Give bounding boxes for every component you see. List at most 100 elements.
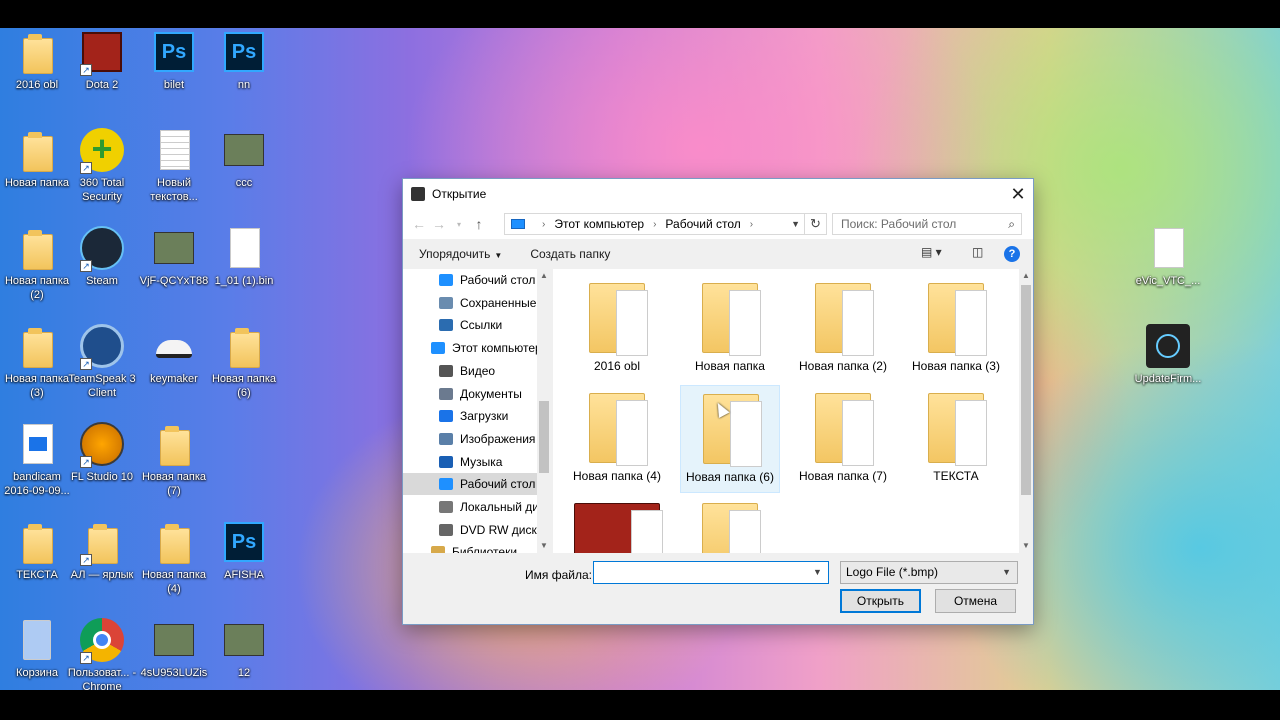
desktop-icon[interactable]: ↗ Steam (65, 224, 139, 288)
nav-scroll-thumb[interactable] (539, 401, 549, 473)
nav-item[interactable]: Рабочий стол (403, 269, 537, 291)
address-dropdown-icon[interactable]: ▼ (791, 219, 800, 229)
folder-icon (13, 224, 61, 272)
nav-item[interactable]: DVD RW дисковод (403, 519, 537, 541)
forward-arrow-icon[interactable]: → (429, 216, 449, 232)
scroll-down-icon[interactable]: ▼ (537, 541, 551, 550)
nav-item[interactable]: Загрузки (403, 405, 537, 427)
file-scrollbar[interactable]: ▲ ▼ (1019, 269, 1033, 553)
desktop-icon-label: Steam (86, 275, 118, 287)
nav-item[interactable]: Музыка (403, 451, 537, 473)
refresh-icon[interactable]: ↻ (804, 214, 826, 234)
file-item[interactable] (567, 495, 667, 553)
desktop-icon[interactable]: 1_01 (1).bin (207, 224, 281, 288)
file-item-label: 2016 obl (593, 359, 641, 373)
desktop-icon[interactable]: Новая папка (6) (207, 322, 281, 400)
cancel-button[interactable]: Отмена (935, 589, 1016, 613)
open-button[interactable]: Открыть (840, 589, 921, 613)
file-item[interactable]: Новая папка (4) (567, 385, 667, 493)
dialog-titlebar[interactable]: Открытие ✕ (403, 179, 1033, 209)
nav-item[interactable]: Документы (403, 383, 537, 405)
file-item[interactable]: Новая папка (7) (793, 385, 893, 493)
desktop-icon[interactable]: 4sU953LUZis (137, 616, 211, 680)
filetype-select[interactable]: Logo File (*.bmp) ▼ (840, 561, 1018, 584)
nav-item[interactable]: Этот компьютер (403, 337, 537, 359)
image-icon (220, 126, 268, 174)
app-icon (411, 187, 425, 201)
file-item[interactable]: ТЕКСТА (906, 385, 1006, 493)
file-item[interactable]: 2016 obl (567, 275, 667, 383)
desktop-icon[interactable]: ↗ Пользоват... - Chrome (65, 616, 139, 690)
file-item[interactable] (680, 495, 780, 553)
photoshop-icon: Ps (220, 518, 268, 566)
desktop-icon-label: 1_01 (1).bin (214, 275, 274, 287)
new-folder-button[interactable]: Создать папку (530, 247, 610, 261)
desktop-icon[interactable]: Новый текстов... (137, 126, 211, 204)
folder-icon (574, 503, 663, 553)
desktop-icon[interactable]: Ps bilet (137, 28, 211, 92)
scroll-down-icon[interactable]: ▼ (1019, 541, 1033, 550)
scroll-up-icon[interactable]: ▲ (537, 271, 551, 280)
desktop-icon-label: Новая папка (3) (4, 373, 70, 399)
nav-item-icon (439, 478, 453, 491)
desktop-icon[interactable]: Ps AFISHA (207, 518, 281, 582)
preview-pane-icon[interactable]: ◫ (972, 245, 983, 259)
organize-button[interactable]: Упорядочить ▼ (419, 247, 502, 261)
desktop-icon[interactable]: eVic_VTC_... (1131, 224, 1205, 288)
desktop-icon[interactable]: Новая папка (3) (0, 322, 74, 400)
desktop-icon[interactable]: Новая папка (2) (0, 224, 74, 302)
file-item[interactable]: Новая папка (6) (680, 385, 780, 493)
desktop-icon[interactable]: ccc (207, 126, 281, 190)
desktop-icon[interactable]: 2016 obl (0, 28, 74, 92)
desktop-icon[interactable]: UpdateFirm... (1131, 322, 1205, 386)
filename-input[interactable] (593, 561, 829, 584)
desktop-icon[interactable]: VjF-QCYxT88 (137, 224, 211, 288)
filename-dropdown-icon[interactable]: ▼ (813, 567, 822, 577)
desktop-icon[interactable]: ↗ Dota 2 (65, 28, 139, 92)
recent-dropdown-icon[interactable]: ▾ (449, 220, 469, 229)
nav-item[interactable]: Рабочий стол (403, 473, 537, 496)
view-options-icon[interactable]: ▤ ▾ (921, 245, 942, 259)
desktop-icon[interactable]: + ↗ 360 Total Security (65, 126, 139, 204)
nav-item[interactable]: Видео (403, 360, 537, 382)
desktop-icon[interactable]: Новая папка (4) (137, 518, 211, 596)
desktop-icon[interactable]: ↗ FL Studio 10 (65, 420, 139, 484)
address-bar[interactable]: › Этот компьютер › Рабочий стол › ▼ ↻ (504, 213, 827, 235)
file-item[interactable]: Новая папка (2) (793, 275, 893, 383)
desktop-icon[interactable]: Новая папка (0, 126, 74, 190)
desktop-icon[interactable]: Корзина (0, 616, 74, 680)
up-arrow-icon[interactable]: ↑ (469, 216, 489, 232)
file-item[interactable]: Новая папка (3) (906, 275, 1006, 383)
nav-item[interactable]: Библиотеки (403, 541, 537, 553)
desktop-icon[interactable]: ↗ TeamSpeak 3 Client (65, 322, 139, 400)
search-icon: ⌕ (1008, 216, 1015, 231)
file-scroll-thumb[interactable] (1021, 285, 1031, 495)
search-input[interactable]: Поиск: Рабочий стол ⌕ (832, 213, 1022, 235)
desktop-icon[interactable]: bandicam 2016-09-09... (0, 420, 74, 498)
navigation-pane: Рабочий стол Сохраненные Ссылки Этот компью… (403, 269, 551, 553)
desktop-icon[interactable]: Ps nn (207, 28, 281, 92)
desktop-icon-label: Корзина (16, 667, 58, 679)
photoshop-icon: Ps (220, 28, 268, 76)
nav-item[interactable]: Изображения (403, 428, 537, 450)
desktop-icon[interactable]: ↗ АЛ — ярлык (65, 518, 139, 582)
scroll-up-icon[interactable]: ▲ (1019, 271, 1033, 280)
back-arrow-icon[interactable]: ← (409, 216, 429, 232)
nav-item[interactable]: Локальный диск (403, 496, 537, 518)
desktop-icon[interactable]: Новая папка (7) (137, 420, 211, 498)
nav-scrollbar[interactable]: ▲ ▼ (537, 269, 551, 553)
desktop-icon-label: Новая папка (4, 177, 70, 189)
desktop-icon[interactable]: keymaker (137, 322, 211, 386)
nav-item[interactable]: Сохраненные (403, 292, 537, 314)
help-icon[interactable]: ? (1004, 246, 1020, 262)
nav-item-label: Рабочий стол (460, 477, 536, 492)
breadcrumb-desktop[interactable]: Рабочий стол (665, 217, 740, 231)
nav-item[interactable]: Ссылки (403, 314, 537, 336)
desktop-icon[interactable]: ТЕКСТА (0, 518, 74, 582)
desktop-icon[interactable]: 12 (207, 616, 281, 680)
file-item[interactable]: Новая папка (680, 275, 780, 383)
close-icon[interactable]: ✕ (1003, 179, 1033, 209)
breadcrumb-this-pc[interactable]: Этот компьютер (554, 217, 644, 231)
nav-item-icon (439, 319, 453, 332)
folder-icon (150, 420, 198, 468)
